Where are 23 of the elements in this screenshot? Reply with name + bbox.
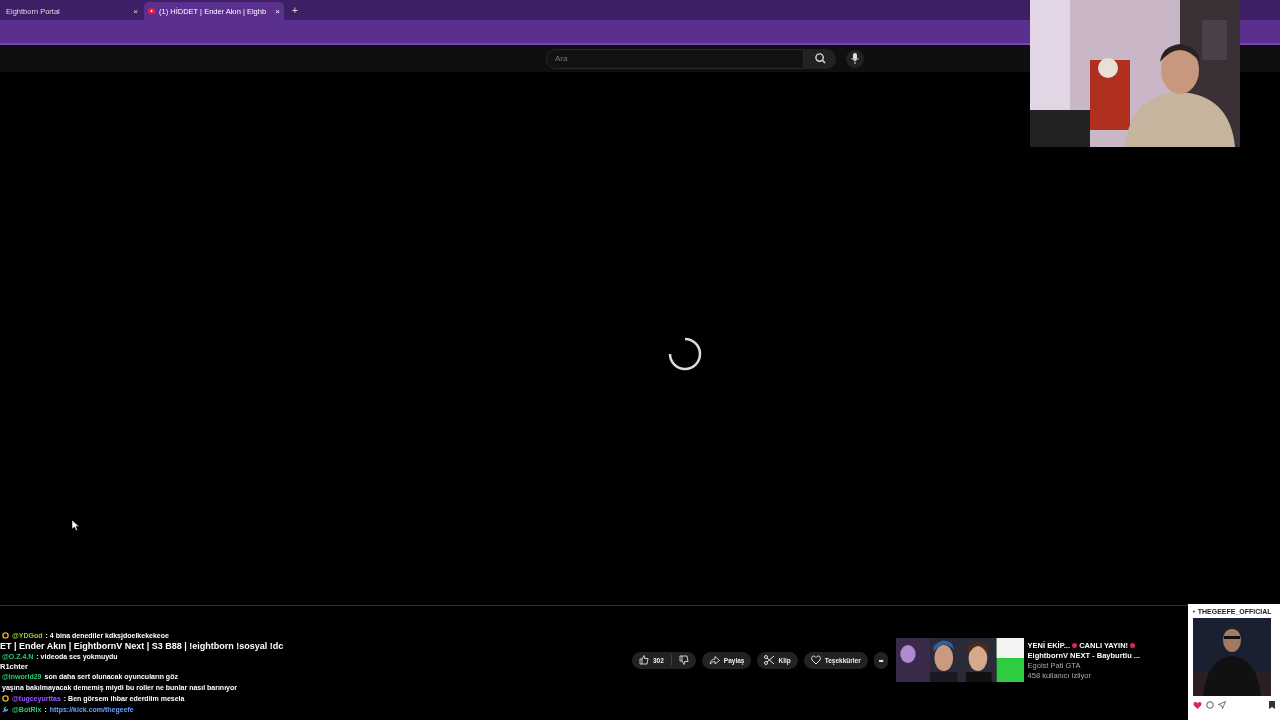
scissors-icon — [764, 655, 775, 665]
new-tab-button[interactable]: + — [292, 4, 298, 16]
search-button[interactable] — [804, 48, 836, 69]
search-field[interactable]: Ara — [546, 48, 804, 69]
comment-icon[interactable] — [1206, 701, 1214, 709]
send-icon[interactable] — [1218, 701, 1226, 709]
share-icon — [708, 655, 720, 665]
play-icon — [148, 8, 155, 14]
close-icon[interactable]: × — [133, 6, 138, 16]
badge-icon — [2, 695, 9, 702]
bookmark-icon[interactable] — [1269, 701, 1275, 709]
heart-icon[interactable] — [1193, 701, 1202, 709]
microphone-button[interactable] — [846, 49, 864, 68]
heart-icon — [810, 655, 821, 665]
thumbs-down-icon[interactable] — [678, 655, 689, 665]
badge-icon — [2, 632, 9, 639]
close-icon[interactable]: × — [275, 6, 280, 16]
stream-title: ET | Ender Akın | EightbornV Next | S3 B88 | !eightborn !sosyal !dc — [0, 641, 285, 651]
thumbs-up-icon — [639, 655, 649, 665]
wrench-icon — [2, 706, 9, 713]
microphone-icon — [851, 53, 859, 64]
search-icon — [814, 53, 826, 64]
cursor-icon — [72, 520, 80, 531]
